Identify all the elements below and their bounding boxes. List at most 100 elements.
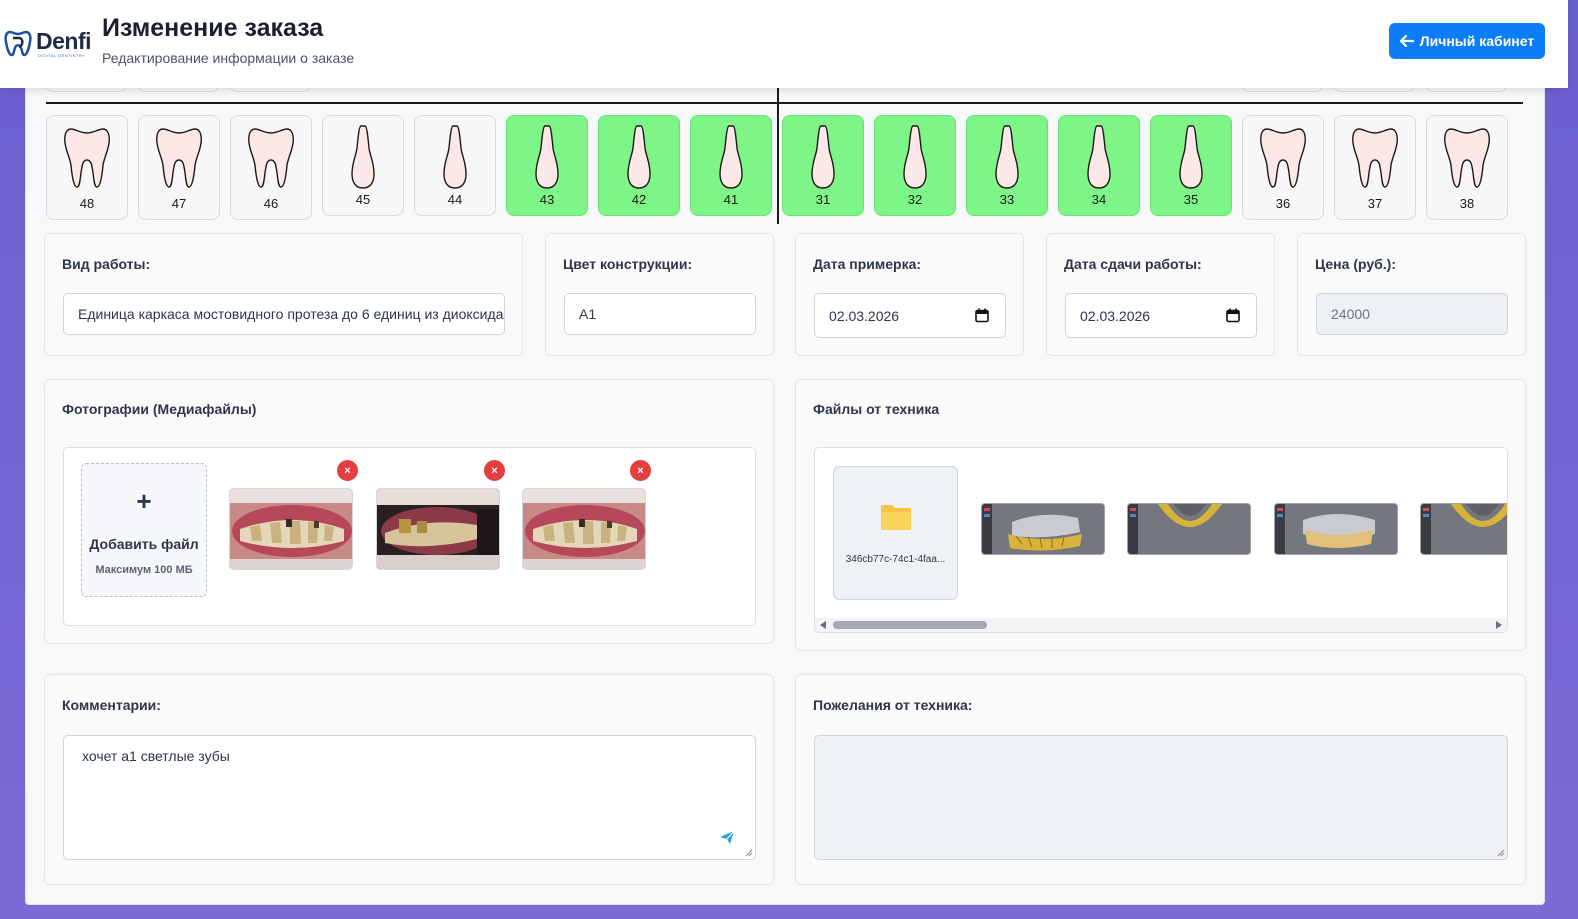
molar-tooth-icon (64, 128, 110, 188)
add-file-label: Добавить файл (89, 536, 199, 552)
comments-text: хочет а1 светлые зубы (82, 748, 230, 764)
tooth-37[interactable]: 37 (1334, 115, 1416, 220)
color-input[interactable]: A1 (564, 293, 756, 335)
tooth-icon (1179, 125, 1203, 189)
dental-photo[interactable] (376, 488, 500, 570)
personal-cabinet-button[interactable]: Личный кабинет (1389, 23, 1545, 59)
scroll-thumb[interactable] (833, 621, 987, 629)
plus-icon: + (136, 486, 152, 516)
photos-label: Фотографии (Медиафайлы) (62, 401, 257, 417)
tooth-number: 31 (815, 192, 831, 207)
tooth-38[interactable]: 38 (1426, 115, 1508, 220)
tech-wishes-textarea (814, 735, 1508, 860)
delete-photo-button[interactable]: × (335, 458, 360, 483)
delete-photo-button[interactable]: × (628, 458, 653, 483)
logo-text: Denfi (36, 28, 92, 54)
dental-photo[interactable] (229, 488, 353, 570)
delete-photo-button[interactable]: × (482, 458, 507, 483)
dental-photo[interactable] (522, 488, 646, 570)
tooth-icon (995, 125, 1019, 189)
delivery-date-value: 02.03.2026 (1080, 307, 1151, 324)
tech-files-label: Файлы от техника (813, 401, 940, 417)
price-input: 24000 (1316, 293, 1508, 335)
scan-thumbnail[interactable] (1420, 503, 1507, 555)
send-icon[interactable] (719, 830, 735, 845)
jaw-horizontal-divider (46, 102, 1523, 104)
tooth-icon (535, 125, 559, 189)
tooth-43[interactable]: 43 (506, 115, 588, 216)
work-type-input[interactable]: Единица каркаса мостовидного протеза до … (63, 293, 505, 335)
tech-wishes-card: Пожелания от техника: (795, 674, 1526, 885)
tooth-logo-icon (4, 30, 32, 57)
mouth-photo-image (523, 489, 645, 569)
tooth-41[interactable]: 41 (690, 115, 772, 216)
tooth-34[interactable]: 34 (1058, 115, 1140, 216)
tooth-48[interactable]: 48 (46, 115, 128, 220)
tooth-47[interactable]: 47 (138, 115, 220, 220)
tooth-32[interactable]: 32 (874, 115, 956, 216)
scroll-left-icon[interactable] (820, 621, 826, 629)
tooth-number: 34 (1091, 192, 1107, 207)
tech-wishes-label: Пожелания от техника: (813, 697, 973, 713)
tooth-42[interactable]: 42 (598, 115, 680, 216)
calendar-icon[interactable] (975, 308, 989, 323)
tooth-number: 48 (79, 196, 95, 211)
scan-thumbnail[interactable] (1127, 503, 1251, 555)
delivery-date-input[interactable]: 02.03.2026 (1065, 293, 1257, 338)
folder-file-tile[interactable]: 346cb77c-74c1-4faa... (833, 466, 958, 600)
work-type-card: Вид работы: Единица каркаса мостовидного… (44, 233, 523, 356)
delivery-date-card: Дата сдачи работы: 02.03.2026 (1046, 233, 1275, 356)
tooth-number: 45 (355, 192, 371, 207)
molar-tooth-icon (1260, 128, 1306, 188)
comments-textarea[interactable]: хочет а1 светлые зубы (63, 735, 756, 860)
tooth-number: 47 (171, 196, 187, 211)
mouth-photo-image (377, 489, 499, 569)
max-size-label: Максимум 100 МБ (95, 564, 193, 576)
price-card: Цена (руб.): 24000 (1297, 233, 1526, 356)
tooth-number: 35 (1183, 192, 1199, 207)
jaw-vertical-divider (777, 88, 779, 224)
tooth-31[interactable]: 31 (782, 115, 864, 216)
fitting-date-label: Дата примерка: (813, 256, 922, 272)
photos-card: Фотографии (Медиафайлы) + Добавить файл … (44, 379, 774, 644)
tooth-35[interactable]: 35 (1150, 115, 1232, 216)
color-card: Цвет конструкции: A1 (545, 233, 774, 356)
tooth-33[interactable]: 33 (966, 115, 1048, 216)
tooth-number: 32 (907, 192, 923, 207)
3d-scan-image (1128, 504, 1250, 554)
scroll-right-icon[interactable] (1496, 621, 1502, 629)
tooth-icon (811, 125, 835, 189)
tech-files-card: Файлы от техника 346cb77c-74c1-4faa... (795, 379, 1526, 651)
tooth-number: 36 (1275, 196, 1291, 211)
denfi-logo[interactable]: Denfi DIGITAL DENTISTRY (4, 26, 98, 60)
tooth-46[interactable]: 46 (230, 115, 312, 220)
tooth-number: 42 (631, 192, 647, 207)
resize-handle-icon[interactable] (745, 849, 753, 857)
tooth-number: 41 (723, 192, 739, 207)
tech-files-box: 346cb77c-74c1-4faa... (814, 447, 1508, 633)
scan-thumbnail[interactable] (981, 503, 1105, 555)
tooth-number: 43 (539, 192, 555, 207)
add-file-button[interactable]: + Добавить файл Максимум 100 МБ (81, 463, 207, 597)
tooth-number: 37 (1367, 196, 1383, 211)
tooth-number: 38 (1459, 196, 1475, 211)
tooth-icon (443, 125, 467, 189)
tooth-number: 46 (263, 196, 279, 211)
personal-cabinet-label: Личный кабинет (1419, 33, 1535, 49)
fitting-date-input[interactable]: 02.03.2026 (814, 293, 1006, 338)
tooth-44[interactable]: 44 (414, 115, 496, 216)
top-header: Denfi DIGITAL DENTISTRY Изменение заказа… (0, 0, 1568, 88)
tooth-36[interactable]: 36 (1242, 115, 1324, 220)
fitting-date-value: 02.03.2026 (829, 307, 900, 324)
tooth-45[interactable]: 45 (322, 115, 404, 216)
folder-icon (881, 505, 911, 530)
horizontal-scrollbar[interactable] (815, 618, 1507, 632)
photos-box: + Добавить файл Максимум 100 МБ × × × (63, 447, 756, 626)
scan-thumbnail[interactable] (1274, 503, 1398, 555)
tooth-icon (627, 125, 651, 189)
work-type-label: Вид работы: (62, 256, 151, 272)
comments-label: Комментарии: (62, 697, 161, 713)
calendar-icon[interactable] (1226, 308, 1240, 323)
color-label: Цвет конструкции: (563, 256, 693, 272)
3d-scan-image (1275, 504, 1397, 554)
